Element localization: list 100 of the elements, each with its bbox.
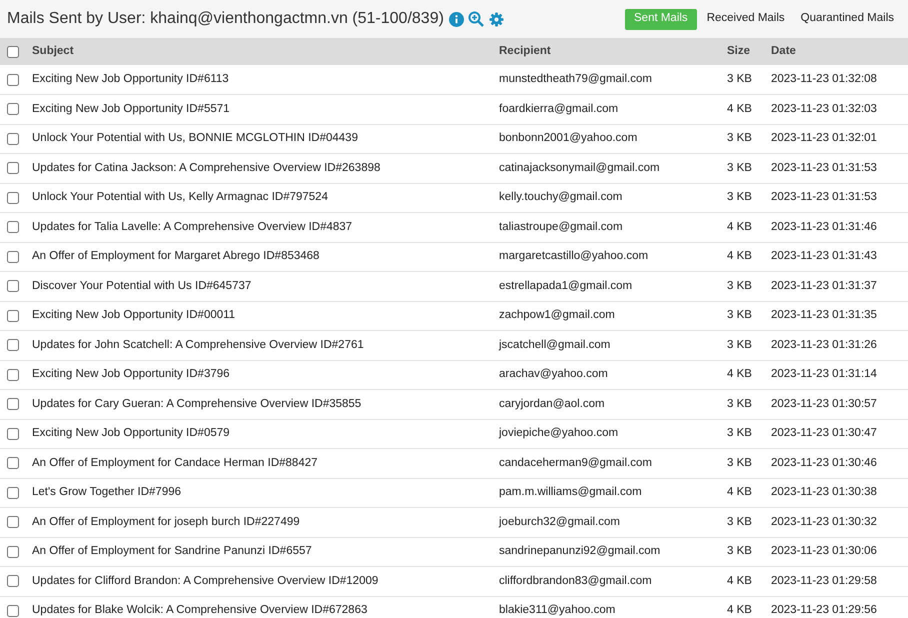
page-title: Mails Sent by User: khainq@vienthongactmn.vn (51-100/839) [7,9,444,29]
size-cell: 3 KB [727,72,752,85]
row-checkbox[interactable] [7,486,19,499]
row-checkbox[interactable] [7,398,19,410]
size-cell: 3 KB [727,309,752,322]
column-header[interactable]: Recipient [499,38,727,65]
row-checkbox[interactable] [7,516,19,528]
date-cell: 2023-11-23 01:31:53 [771,162,877,174]
size-cell: 4 KB [727,486,752,498]
date-cell: 2023-11-23 01:31:37 [771,280,877,292]
row-checkbox[interactable] [7,604,19,617]
row-checkbox[interactable] [7,74,19,86]
subject-cell: Updates for Cary Gueran: A Comprehensive Overview ID#35855 [32,398,362,410]
size-cell: 3 KB [727,132,752,144]
date-cell: 2023-11-23 01:30:32 [771,516,877,528]
date-cell: 2023-11-23 01:31:26 [771,338,877,351]
subject-cell: An Offer of Employment for joseph burch ID#227499 [32,516,300,528]
recipient-cell: foardkierra@gmail.com [499,102,618,115]
date-cell: 2023-11-23 01:29:58 [771,574,877,587]
recipient-cell: arachav@yahoo.com [499,368,608,380]
row-checkbox[interactable] [7,546,19,558]
recipient-cell: caryjordan@aol.com [499,398,605,410]
recipient-cell: margaretcastillo@yahoo.com [499,250,648,262]
row-checkbox[interactable] [7,310,19,322]
row-checkbox[interactable] [7,575,19,588]
subject-cell: Updates for Catina Jackson: A Comprehensive Overview ID#263898 [32,162,380,174]
recipient-cell: candaceherman9@gmail.com [499,456,652,469]
column-header[interactable]: Subject [24,38,499,65]
row-checkbox[interactable] [7,457,19,470]
date-cell: 2023-11-23 01:29:56 [771,604,877,616]
select-all-checkbox[interactable] [7,46,19,58]
row-checkbox[interactable] [7,192,19,204]
settings-icon[interactable] [488,12,504,26]
date-cell: 2023-11-23 01:32:03 [771,102,877,115]
size-cell: 3 KB [727,427,752,440]
subject-cell: An Offer of Employment for Candace Herman ID#88427 [32,456,318,469]
zoom-in-icon[interactable] [468,11,484,27]
subject-cell: Let's Grow Together ID#7996 [32,486,182,498]
size-cell: 3 KB [727,398,752,410]
tab[interactable]: Quarantined Mails [794,8,900,30]
row-checkbox[interactable] [7,280,19,292]
size-cell: 4 KB [727,574,752,587]
date-cell: 2023-11-23 01:30:46 [771,456,877,469]
recipient-cell: munstedtheath79@gmail.com [499,72,652,85]
size-cell: 4 KB [727,250,752,262]
date-cell: 2023-11-23 01:32:01 [771,132,877,144]
subject-cell: Exciting New Job Opportunity ID#5571 [32,102,230,115]
date-cell: 2023-11-23 01:31:14 [771,368,877,380]
subject-cell: Updates for Talia Lavelle: A Comprehensive Overview ID#4837 [32,220,352,233]
subject-cell: Unlock Your Potential with Us, BONNIE MCGLOTHIN ID#04439 [32,132,358,144]
subject-cell: Discover Your Potential with Us ID#645737 [32,280,252,292]
recipient-cell: catinajacksonymail@gmail.com [499,162,660,174]
info-icon[interactable] [448,12,464,26]
size-cell: 4 KB [727,604,752,616]
row-checkbox[interactable] [7,250,19,263]
row-checkbox[interactable] [7,132,19,145]
recipient-cell: pam.m.williams@gmail.com [499,486,642,498]
recipient-cell: jscatchell@gmail.com [499,338,610,351]
recipient-cell: sandrinepanunzi92@gmail.com [499,545,660,558]
size-cell: 4 KB [727,220,752,233]
date-cell: 2023-11-23 01:31:46 [771,220,877,233]
date-cell: 2023-11-23 01:31:53 [771,191,877,204]
recipient-cell: joeburch32@gmail.com [499,516,620,528]
subject-cell: Unlock Your Potential with Us, Kelly Armagnac ID#797524 [32,191,328,204]
subject-cell: Updates for Clifford Brandon: A Comprehensive Overview ID#12009 [32,574,378,587]
date-cell: 2023-11-23 01:32:08 [771,72,877,85]
column-header[interactable]: Date [771,38,908,65]
subject-cell: Exciting New Job Opportunity ID#3796 [32,368,230,380]
subject-cell: Updates for John Scatchell: A Comprehensive Overview ID#2761 [32,338,364,351]
size-cell: 3 KB [727,456,752,469]
subject-cell: Exciting New Job Opportunity ID#00011 [32,309,236,322]
date-cell: 2023-11-23 01:30:38 [771,486,877,498]
date-cell: 2023-11-23 01:31:43 [771,250,877,262]
column-header[interactable]: Size [727,38,771,65]
row-checkbox[interactable] [7,368,19,381]
row-checkbox[interactable] [7,428,19,440]
date-cell: 2023-11-23 01:31:35 [771,309,877,322]
subject-cell: Exciting New Job Opportunity ID#0579 [32,427,230,440]
size-cell: 3 KB [727,162,752,174]
row-checkbox[interactable] [7,103,19,116]
row-checkbox[interactable] [7,162,19,174]
row-checkbox[interactable] [7,339,19,352]
subject-cell: Exciting New Job Opportunity ID#6113 [32,72,229,85]
size-cell: 4 KB [727,102,752,115]
size-cell: 3 KB [727,338,752,351]
recipient-cell: joviepiche@yahoo.com [499,427,618,440]
subject-cell: Updates for Blake Wolcik: A Comprehensive Overview ID#672863 [32,604,368,616]
size-cell: 4 KB [727,368,752,380]
subject-cell: An Offer of Employment for Margaret Abrego ID#853468 [32,250,320,262]
tab[interactable]: Received Mails [700,8,791,30]
size-cell: 3 KB [727,280,752,292]
size-cell: 3 KB [727,545,752,558]
size-cell: 3 KB [727,191,752,204]
recipient-cell: taliastroupe@gmail.com [499,220,623,233]
size-cell: 3 KB [727,516,752,528]
recipient-cell: kelly.touchy@gmail.com [499,191,622,204]
date-cell: 2023-11-23 01:30:06 [771,545,877,558]
date-cell: 2023-11-23 01:30:47 [771,427,877,440]
recipient-cell: cliffordbrandon83@gmail.com [499,574,652,587]
row-checkbox[interactable] [7,221,19,234]
